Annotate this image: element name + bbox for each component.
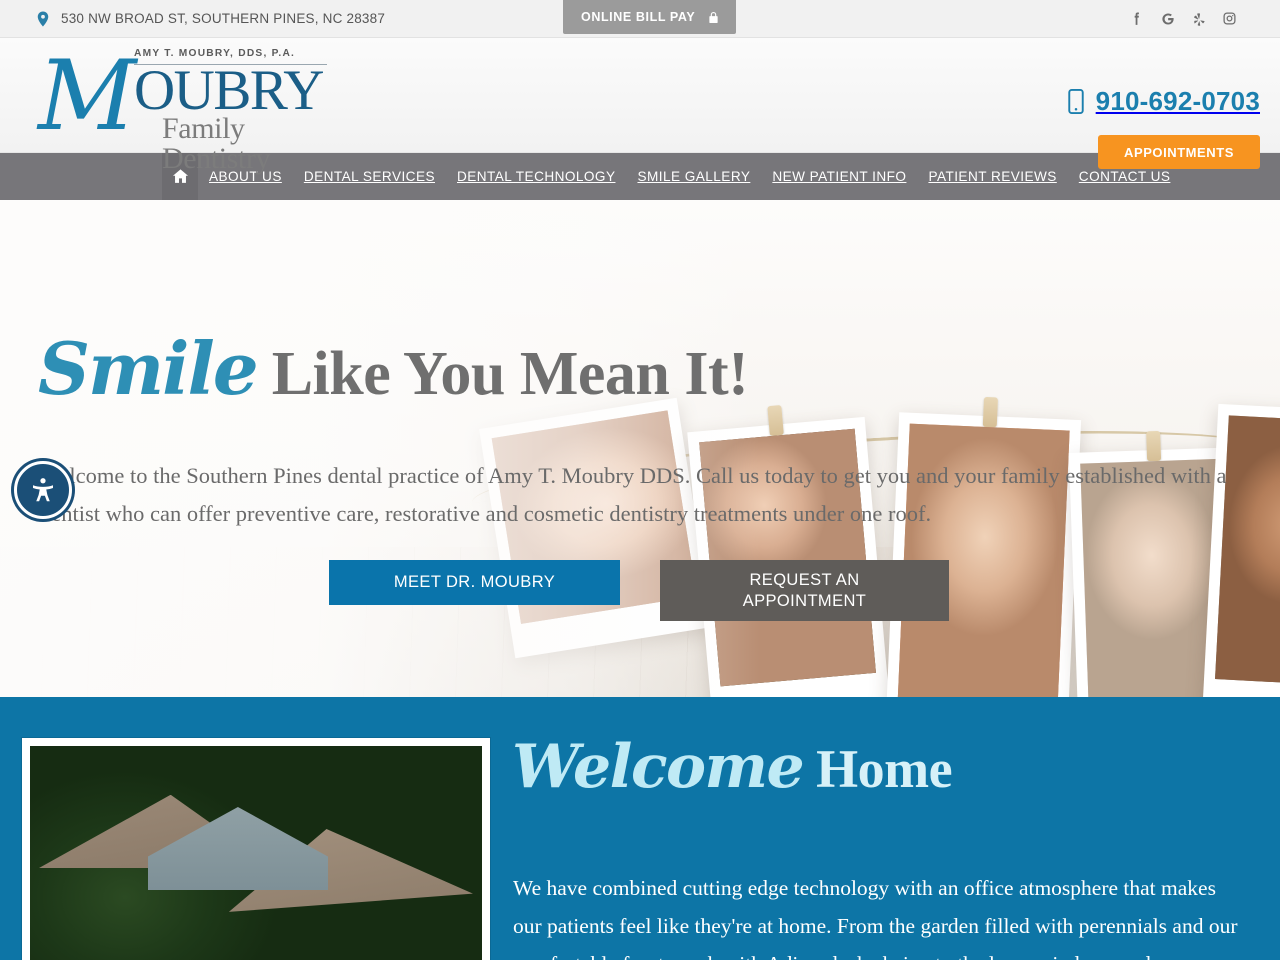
location-pin-icon: [34, 10, 52, 28]
social-links: [1128, 10, 1238, 28]
logo-tagline: AMY T. MOUBRY, DDS, P.A.: [134, 48, 296, 59]
instagram-icon[interactable]: [1221, 10, 1238, 27]
welcome-title-script: Welcome: [512, 732, 805, 802]
site-logo[interactable]: AMY T. MOUBRY, DDS, P.A. M OUBRY Family …: [38, 40, 328, 174]
logo-subtitle: Family Dentistry: [162, 112, 271, 175]
meet-dr-moubry-button[interactable]: MEET DR. MOUBRY: [329, 560, 620, 605]
online-bill-pay-label: ONLINE BILL PAY: [581, 10, 696, 24]
welcome-title-rest: Home: [803, 739, 953, 799]
accessibility-icon: [28, 475, 58, 505]
hero-banner: Smile Like You Mean It! Welcome to the S…: [0, 200, 1280, 697]
online-bill-pay-button[interactable]: ONLINE BILL PAY: [563, 0, 737, 34]
hero-cta-group: MEET DR. MOUBRY REQUEST AN APPOINTMENT: [329, 560, 949, 621]
request-appointment-line1: REQUEST AN: [749, 570, 860, 589]
office-building-photo: [22, 738, 490, 960]
welcome-paragraph: We have combined cutting edge technology…: [513, 876, 1238, 960]
page-title: Smile Like You Mean It!: [38, 333, 749, 408]
address-block[interactable]: 530 NW BROAD ST, SOUTHERN PINES, NC 2838…: [34, 10, 385, 28]
hero-title-rest: Like You Mean It!: [256, 340, 749, 408]
request-appointment-line2: APPOINTMENT: [742, 591, 867, 610]
phone-link[interactable]: 910-692-0703: [1067, 86, 1260, 117]
hero-title-script: Smile: [38, 326, 259, 411]
address-text: 530 NW BROAD ST, SOUTHERN PINES, NC 2838…: [61, 11, 386, 26]
top-utility-bar: 530 NW BROAD ST, SOUTHERN PINES, NC 2838…: [0, 0, 1280, 38]
welcome-home-section: Welcome Home We have combined cutting ed…: [0, 697, 1280, 960]
nav-items: ABOUT US DENTAL SERVICES DENTAL TECHNOLO…: [198, 153, 1181, 200]
nav-item-dental-technology[interactable]: DENTAL TECHNOLOGY: [446, 153, 626, 200]
google-icon[interactable]: [1159, 10, 1177, 28]
appointments-button[interactable]: APPOINTMENTS: [1098, 135, 1260, 169]
nav-item-smile-gallery[interactable]: SMILE GALLERY: [626, 153, 761, 200]
nav-item-new-patient-info[interactable]: NEW PATIENT INFO: [761, 153, 917, 200]
hero-content: Smile Like You Mean It! Welcome to the S…: [0, 200, 1280, 697]
yelp-icon[interactable]: [1191, 11, 1207, 27]
logo-script-initial: M: [38, 40, 136, 152]
nav-item-patient-reviews[interactable]: PATIENT REVIEWS: [917, 153, 1067, 200]
mobile-phone-icon: [1067, 89, 1084, 114]
welcome-title: Welcome Home: [512, 737, 953, 799]
site-header: AMY T. MOUBRY, DDS, P.A. M OUBRY Family …: [0, 38, 1280, 174]
facebook-icon[interactable]: [1128, 10, 1145, 27]
lock-icon: [708, 11, 719, 24]
request-appointment-button[interactable]: REQUEST AN APPOINTMENT: [660, 560, 949, 621]
phone-number: 910-692-0703: [1095, 86, 1260, 116]
logo-wordmark: OUBRY: [134, 59, 324, 122]
hero-paragraph: Welcome to the Southern Pines dental pra…: [40, 463, 1227, 526]
accessibility-widget-button[interactable]: [14, 461, 72, 519]
